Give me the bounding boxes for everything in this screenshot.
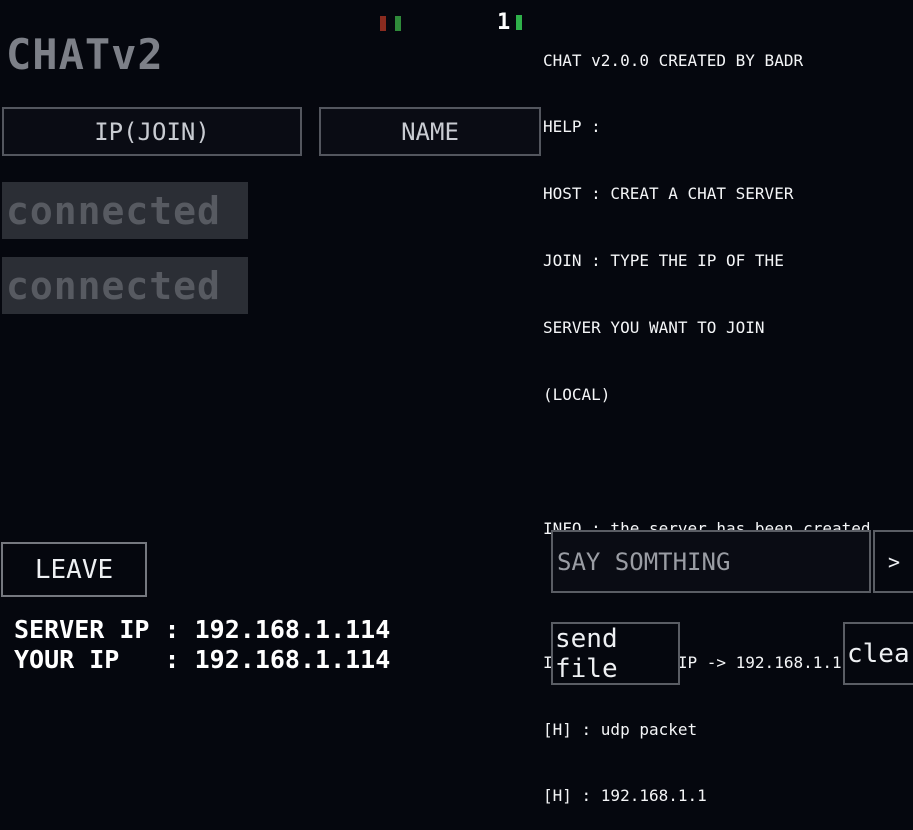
connection-count: 1 <box>497 10 511 35</box>
status-indicator-red <box>380 16 386 31</box>
log-line: JOIN : TYPE THE IP OF THE <box>543 251 784 271</box>
log-line: HOST : CREAT A CHAT SERVER <box>543 184 794 204</box>
log-line: [H] : udp packet <box>543 719 698 739</box>
log-line: HELP : <box>543 117 601 137</box>
message-input[interactable]: SAY SOMTHING <box>551 530 871 593</box>
chat-log: CHAT v2.0.0 CREATED BY BADR HELP : HOST … <box>543 5 913 830</box>
clear-button[interactable]: clear <box>843 622 913 685</box>
name-label: NAME <box>401 117 459 146</box>
leave-button[interactable]: LEAVE <box>1 542 147 597</box>
message-placeholder: SAY SOMTHING <box>557 547 731 576</box>
name-input[interactable]: NAME <box>319 107 541 156</box>
connection-status-badge: connected <box>2 182 248 239</box>
status-indicator-online <box>516 15 522 30</box>
ip-join-input[interactable]: IP(JOIN) <box>2 107 302 156</box>
status-indicator-green <box>395 16 401 31</box>
log-line: [H] : 192.168.1.1 <box>543 786 707 806</box>
your-ip-readout: YOUR IP : 192.168.1.114 <box>14 645 391 674</box>
server-ip-readout: SERVER IP : 192.168.1.114 <box>14 615 391 644</box>
ip-join-label: IP(JOIN) <box>94 117 210 146</box>
app-title: CHATv2 <box>6 30 164 79</box>
send-button[interactable]: > <box>873 530 913 593</box>
connection-status-badge: connected <box>2 257 248 314</box>
log-line: SERVER YOU WANT TO JOIN <box>543 318 765 338</box>
log-line: (LOCAL) <box>543 385 611 405</box>
log-line: CHAT v2.0.0 CREATED BY BADR <box>543 50 804 70</box>
send-file-button[interactable]: send file <box>551 622 680 685</box>
